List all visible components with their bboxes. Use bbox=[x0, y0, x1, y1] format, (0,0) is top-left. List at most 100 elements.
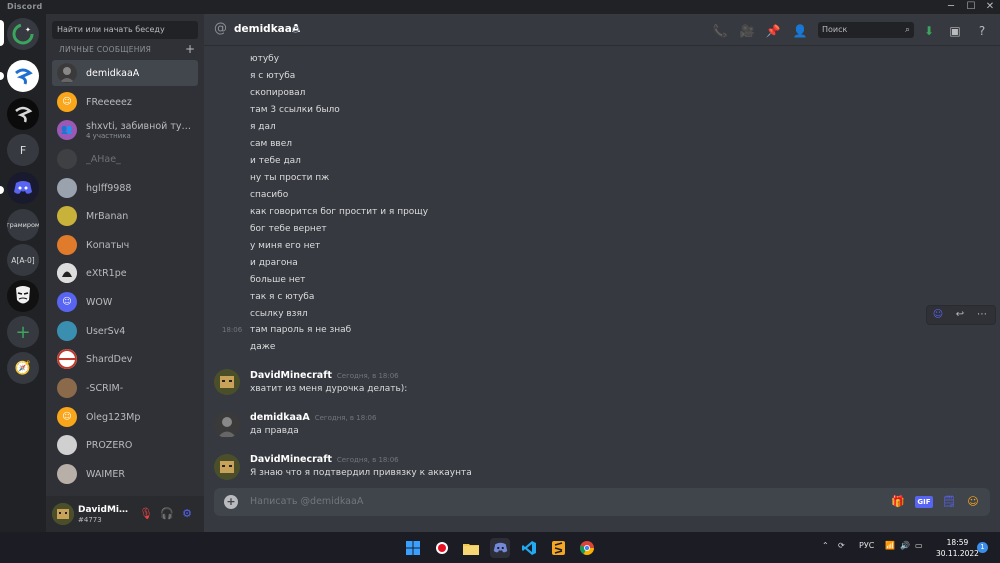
dm-item-freeeeez[interactable]: ☺ FReeeeez bbox=[52, 89, 198, 115]
channel-name: demidkaaA bbox=[234, 23, 300, 35]
dm-item-oleg123mp[interactable]: ☺ Oleg123Mp bbox=[52, 404, 198, 430]
maximize-button[interactable]: ☐ bbox=[964, 1, 978, 13]
tray-chevron-icon[interactable]: ⌃ bbox=[822, 541, 829, 550]
headphones-icon[interactable]: 🎧 bbox=[160, 507, 174, 521]
mute-mic-icon[interactable]: 🎙 bbox=[139, 507, 153, 521]
emoji-icon[interactable]: ☺ bbox=[965, 494, 981, 510]
gif-button[interactable]: GIF bbox=[915, 496, 933, 508]
user-panel: DavidMinecraft #4773 🎙 🎧 ⚙ bbox=[46, 496, 204, 532]
author-avatar[interactable] bbox=[214, 369, 240, 395]
avatar bbox=[57, 263, 77, 283]
dm-item-scrim[interactable]: -SCRIM- bbox=[52, 375, 198, 401]
explore-servers-button[interactable]: 🧭 bbox=[7, 352, 39, 384]
home-button[interactable]: ✦ bbox=[7, 18, 39, 50]
user-name: DavidMinecraft bbox=[78, 505, 134, 515]
inbox-icon[interactable]: ▣ bbox=[947, 23, 963, 39]
dm-name: Копатыч bbox=[86, 239, 130, 251]
dm-item-prozero[interactable]: PROZERO bbox=[52, 432, 198, 458]
dm-item-waimer[interactable]: WAIMER bbox=[52, 461, 198, 487]
download-icon[interactable]: ⬇ bbox=[921, 23, 937, 39]
status-offline-icon bbox=[292, 26, 299, 33]
taskbar-vscode[interactable] bbox=[519, 538, 539, 558]
add-server-button[interactable]: + bbox=[7, 316, 39, 348]
system-clock[interactable]: 18:59 30.11.2022 bbox=[936, 537, 979, 559]
dm-search-button[interactable]: Найти или начать беседу bbox=[52, 21, 198, 39]
dm-item-extr1pe[interactable]: eXtR1pe bbox=[52, 260, 198, 286]
sublime-icon bbox=[551, 541, 565, 555]
dm-item-group[interactable]: 👥 shxvti, забивной туба... 4 участника bbox=[52, 117, 198, 143]
server-icon-3[interactable]: F bbox=[7, 134, 39, 166]
server-logo-icon bbox=[15, 106, 33, 123]
message-composer[interactable]: + Написать @demidkaaA 🎁 GIF 🗒 ☺ bbox=[214, 488, 990, 516]
message-author[interactable]: demidkaaA Сегодня, в 18:06 bbox=[250, 412, 376, 423]
dm-name: hglff9988 bbox=[86, 182, 132, 194]
user-avatar[interactable] bbox=[52, 503, 74, 525]
dm-name: FReeeeez bbox=[86, 96, 132, 108]
avatar bbox=[57, 206, 77, 226]
reply-icon[interactable]: ↩ bbox=[952, 308, 968, 322]
message-timestamp: Сегодня, в 18:06 bbox=[314, 414, 377, 422]
language-indicator[interactable]: РУС bbox=[859, 541, 874, 550]
message-line: ссылку взял bbox=[250, 309, 308, 319]
discord-default-avatar-icon: ☺ bbox=[57, 407, 77, 427]
more-icon[interactable]: ⋯ bbox=[974, 308, 990, 322]
taskbar-explorer[interactable] bbox=[461, 538, 481, 558]
avatar bbox=[57, 235, 77, 255]
dm-item-kopatych[interactable]: Копатыч bbox=[52, 232, 198, 258]
dm-item-ahae[interactable]: _AHae_ bbox=[52, 146, 198, 172]
add-friend-icon[interactable]: 👤 bbox=[792, 23, 808, 39]
search-input[interactable]: Поиск ⌕ bbox=[818, 22, 914, 38]
dm-item-hglff9988[interactable]: hglff9988 bbox=[52, 175, 198, 201]
wifi-icon[interactable]: 📶 bbox=[885, 541, 895, 550]
close-button[interactable]: ✕ bbox=[983, 1, 997, 13]
clock-date: 30.11.2022 bbox=[936, 549, 979, 558]
sticker-icon[interactable]: 🗒 bbox=[941, 494, 957, 510]
attach-plus-icon[interactable]: + bbox=[224, 495, 238, 509]
dm-item-wow[interactable]: ☺ WOW bbox=[52, 289, 198, 315]
create-dm-button[interactable]: + bbox=[185, 42, 195, 56]
clock-time: 18:59 bbox=[946, 538, 969, 547]
dm-name: WAIMER bbox=[86, 468, 125, 480]
message-line: скопировал bbox=[250, 88, 306, 98]
start-button[interactable] bbox=[403, 538, 423, 558]
server-icon-5[interactable]: грамиром bbox=[7, 209, 39, 241]
server-icon-7[interactable] bbox=[7, 280, 39, 312]
plus-icon: + bbox=[15, 321, 31, 343]
pin-icon[interactable]: 📌 bbox=[765, 23, 781, 39]
taskbar-chrome[interactable] bbox=[577, 538, 597, 558]
dm-item-demidkaaa[interactable]: demidkaaA bbox=[52, 60, 198, 86]
server-icon-6[interactable]: A[A-0] bbox=[7, 244, 39, 276]
message-author[interactable]: DavidMinecraft Сегодня, в 18:06 bbox=[250, 370, 399, 381]
dm-item-mrbanan[interactable]: MrBanan bbox=[52, 203, 198, 229]
composer-placeholder: Написать @demidkaaA bbox=[250, 496, 364, 507]
home-logo-icon: ✦ bbox=[12, 23, 34, 45]
gift-icon[interactable]: 🎁 bbox=[890, 494, 906, 510]
author-avatar[interactable] bbox=[214, 412, 240, 438]
server-icon-1[interactable] bbox=[7, 60, 39, 92]
discord-default-avatar-icon: ☺ bbox=[57, 92, 77, 112]
message-line: там пароль я не знаб bbox=[250, 325, 352, 335]
message-line: хватит из меня дурочка делать): bbox=[250, 384, 408, 394]
taskbar-discord[interactable] bbox=[490, 538, 510, 558]
voice-call-icon[interactable]: 📞 bbox=[712, 23, 728, 39]
volume-icon[interactable]: 🔊 bbox=[900, 541, 910, 550]
minimize-button[interactable]: ─ bbox=[944, 1, 958, 13]
unread-indicator bbox=[0, 72, 4, 80]
server-icon-2[interactable] bbox=[7, 98, 39, 130]
settings-gear-icon[interactable]: ⚙ bbox=[180, 507, 194, 521]
battery-icon[interactable]: ▭ bbox=[915, 541, 923, 550]
notification-badge[interactable]: 1 bbox=[977, 542, 988, 553]
dm-item-usersv4[interactable]: UserSv4 bbox=[52, 318, 198, 344]
dm-item-sharddev[interactable]: ShardDev bbox=[52, 346, 198, 372]
message-actions-bar: ☺ ↩ ⋯ bbox=[926, 305, 996, 325]
add-reaction-icon[interactable]: ☺ bbox=[930, 308, 946, 322]
help-icon[interactable]: ? bbox=[974, 23, 990, 39]
video-call-icon[interactable]: 🎥 bbox=[739, 23, 755, 39]
message-author[interactable]: DavidMinecraft Сегодня, в 18:06 bbox=[250, 454, 399, 465]
author-avatar[interactable] bbox=[214, 454, 240, 480]
taskbar-sublime[interactable] bbox=[548, 538, 568, 558]
app-brand: Discord bbox=[7, 2, 43, 11]
server-icon-4[interactable] bbox=[7, 172, 39, 204]
tray-sync-icon[interactable]: ⟳ bbox=[838, 541, 845, 550]
taskbar-record-app[interactable] bbox=[432, 538, 452, 558]
